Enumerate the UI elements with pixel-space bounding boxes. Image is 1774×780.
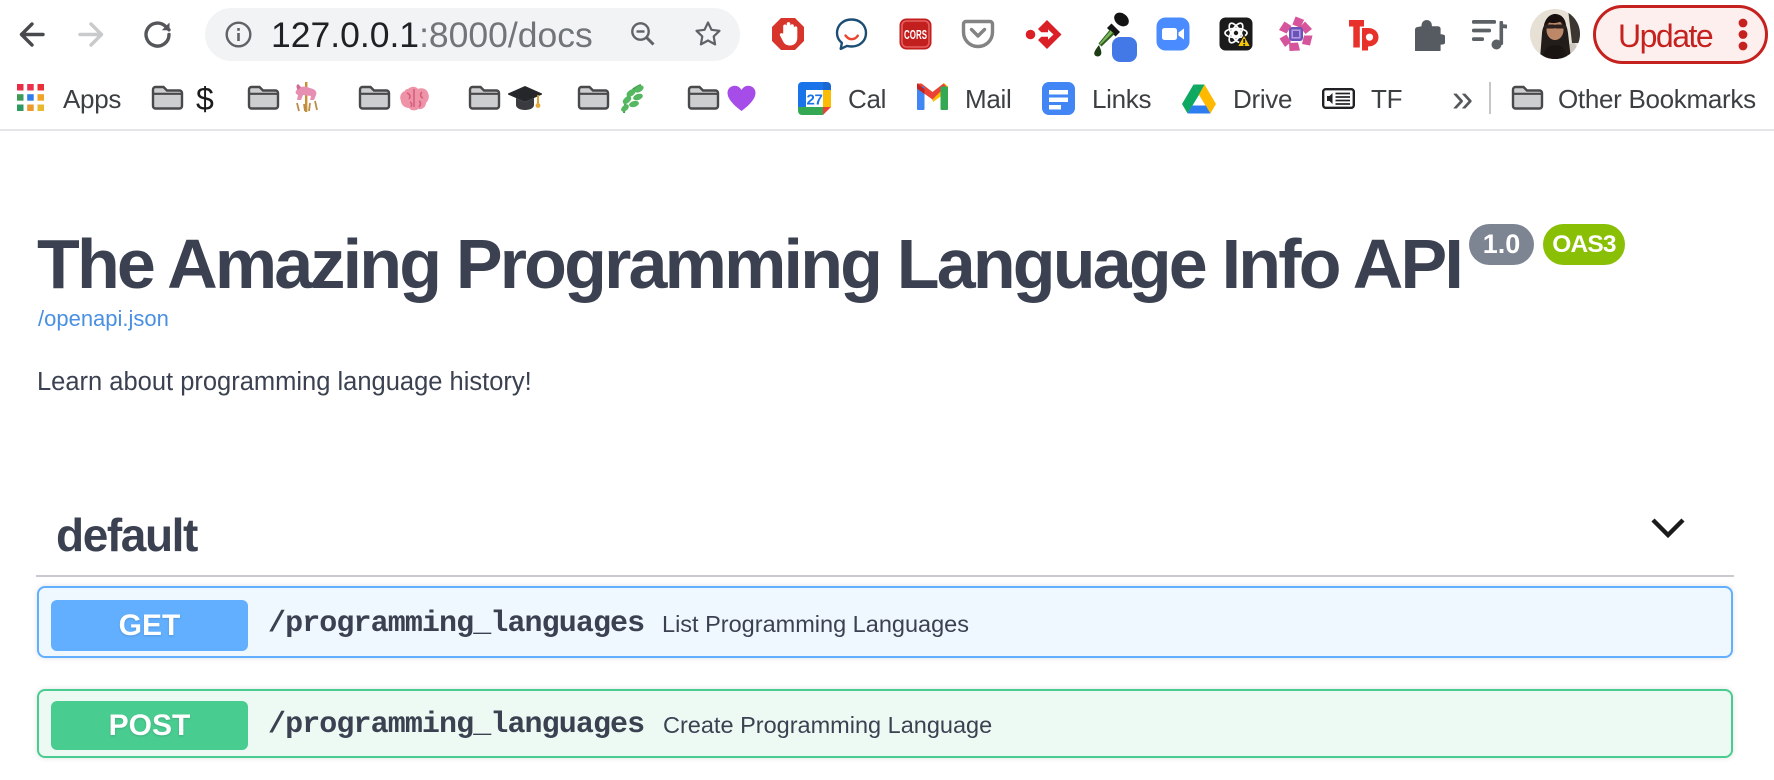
svg-text:27: 27 [806, 92, 822, 109]
svg-text:CORS: CORS [904, 27, 927, 42]
